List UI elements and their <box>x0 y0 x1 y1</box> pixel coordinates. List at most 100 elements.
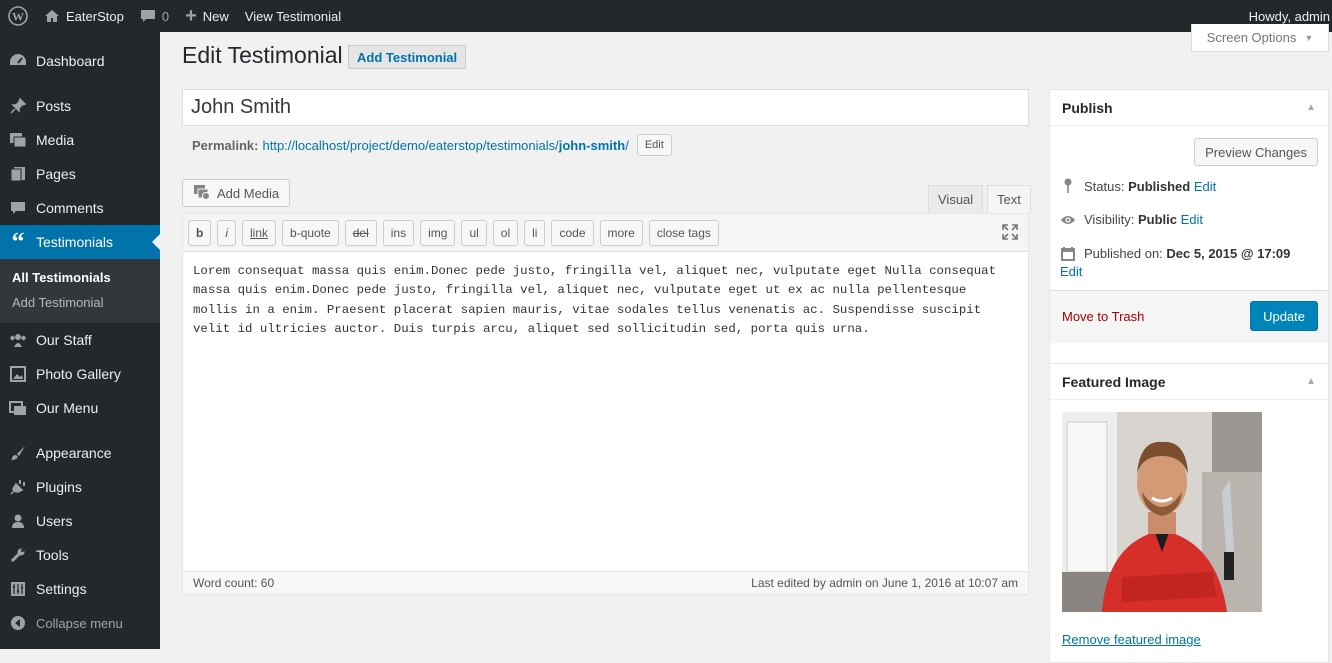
comments-link[interactable]: 0 <box>132 0 177 32</box>
sidebar-item-pages[interactable]: Pages <box>0 157 160 191</box>
sidebar-item-posts[interactable]: Posts <box>0 89 160 123</box>
new-content-link[interactable]: + New <box>177 0 237 32</box>
qt-li-button[interactable]: li <box>524 219 546 246</box>
editor-status-bar: Word count: 60 Last edited by admin on J… <box>182 571 1029 595</box>
permalink-link[interactable]: http://localhost/project/demo/eaterstop/… <box>262 138 628 153</box>
sidebar-item-settings[interactable]: Settings <box>0 572 160 606</box>
publish-actions: Move to Trash Update <box>1050 290 1328 343</box>
admin-sidebar: Dashboard Posts Media Pages Comments “ T… <box>0 32 160 649</box>
pin-icon <box>8 96 28 116</box>
submenu-add-testimonial[interactable]: Add Testimonial <box>0 290 160 315</box>
status-label: Status: <box>1084 178 1125 194</box>
qt-blockquote-button[interactable]: b-quote <box>282 219 339 246</box>
featured-image-title: Featured Image <box>1062 373 1166 390</box>
qt-code-button[interactable]: code <box>551 219 594 246</box>
sidebar-item-media[interactable]: Media <box>0 123 160 157</box>
sidebar-item-label: Settings <box>36 581 87 597</box>
update-button[interactable]: Update <box>1250 301 1318 331</box>
status-edit-link[interactable]: Edit <box>1194 179 1216 194</box>
sidebar-item-users[interactable]: Users <box>0 504 160 538</box>
sidebar-item-our-menu[interactable]: Our Menu <box>0 391 160 425</box>
wrench-icon <box>8 545 28 565</box>
new-label: New <box>202 8 229 24</box>
svg-text:W: W <box>12 10 24 24</box>
main-content: Screen Options ▼ Edit Testimonial Add Te… <box>160 24 1332 663</box>
sidebar-item-photo-gallery[interactable]: Photo Gallery <box>0 357 160 391</box>
featured-image-header[interactable]: Featured Image ▲ <box>1050 364 1328 400</box>
visibility-value: Public <box>1137 212 1177 227</box>
collapse-menu-button[interactable]: Collapse menu <box>0 606 160 640</box>
fullscreen-icon[interactable] <box>1001 223 1019 244</box>
screen-options-label: Screen Options <box>1206 30 1297 45</box>
eye-icon <box>1060 214 1076 226</box>
permalink-edit-button[interactable]: Edit <box>636 134 672 156</box>
permalink-end: / <box>625 137 629 153</box>
remove-featured-image-link[interactable]: Remove featured image <box>1062 632 1201 647</box>
collapse-arrow-icon[interactable]: ▲ <box>1306 376 1316 387</box>
submenu-all-testimonials[interactable]: All Testimonials <box>0 265 160 290</box>
sidebar-item-label: Photo Gallery <box>36 366 121 382</box>
groups-icon <box>8 330 28 350</box>
sidebar-item-appearance[interactable]: Appearance <box>0 436 160 470</box>
sidebar-item-testimonials[interactable]: “ Testimonials <box>0 225 160 259</box>
sidebar-item-dashboard[interactable]: Dashboard <box>0 44 160 78</box>
content-textarea[interactable]: Lorem consequat massa quis enim.Donec pe… <box>183 252 1028 350</box>
tab-text[interactable]: Text <box>987 185 1031 214</box>
post-title-input[interactable]: John Smith <box>182 89 1029 126</box>
media-icon <box>8 130 28 150</box>
qt-ins-button[interactable]: ins <box>382 219 415 246</box>
add-media-button[interactable]: Add Media <box>182 179 291 207</box>
sidebar-item-label: Users <box>36 513 73 529</box>
sidebar-item-label: Our Menu <box>36 400 99 416</box>
publish-box-header[interactable]: Publish ▲ <box>1050 90 1328 126</box>
sidebar-item-our-staff[interactable]: Our Staff <box>0 323 160 357</box>
qt-ol-button[interactable]: ol <box>492 219 519 246</box>
plugin-icon <box>8 477 28 497</box>
collapse-arrow-icon[interactable]: ▲ <box>1306 102 1316 113</box>
move-to-trash-link[interactable]: Move to Trash <box>1062 309 1144 324</box>
pages-icon <box>8 164 28 184</box>
add-media-label: Add Media <box>217 185 280 201</box>
qt-italic-button[interactable]: i <box>217 219 237 246</box>
sidebar-item-label: Tools <box>36 547 69 563</box>
sidebar-item-label: Posts <box>36 98 72 114</box>
sidebar-item-comments[interactable]: Comments <box>0 191 160 225</box>
caret-down-icon: ▼ <box>1304 32 1314 43</box>
last-edited: Last edited by admin on June 1, 2016 at … <box>751 576 1018 590</box>
gallery-icon <box>8 364 28 384</box>
dashboard-icon <box>8 51 28 71</box>
permalink-row: Permalink: http://localhost/project/demo… <box>192 134 672 156</box>
view-label: View Testimonial <box>244 8 342 24</box>
published-on-row: Published on: Dec 5, 2015 @ 17:09 <box>1060 246 1290 262</box>
sidebar-item-label: Comments <box>36 200 104 216</box>
site-name-link[interactable]: EaterStop <box>36 0 132 32</box>
permalink-slug: john-smith <box>558 137 626 153</box>
preview-changes-button[interactable]: Preview Changes <box>1194 138 1318 166</box>
visibility-edit-link[interactable]: Edit <box>1181 212 1203 227</box>
qt-del-button[interactable]: del <box>344 219 377 246</box>
wordpress-logo-icon[interactable]: W <box>0 0 36 32</box>
visibility-row: Visibility: Public Edit <box>1060 212 1203 227</box>
tab-visual[interactable]: Visual <box>928 185 984 214</box>
sidebar-item-label: Plugins <box>36 479 82 495</box>
qt-ul-button[interactable]: ul <box>461 219 487 246</box>
qt-more-button[interactable]: more <box>599 219 643 246</box>
quicktags-toolbar: b i link b-quote del ins img ul ol li co… <box>183 214 1028 252</box>
calendar-icon <box>1060 246 1076 262</box>
sidebar-item-tools[interactable]: Tools <box>0 538 160 572</box>
qt-img-button[interactable]: img <box>420 219 456 246</box>
qt-close-tags-button[interactable]: close tags <box>648 219 719 246</box>
sidebar-item-plugins[interactable]: Plugins <box>0 470 160 504</box>
add-testimonial-button[interactable]: Add Testimonial <box>348 45 467 69</box>
view-testimonial-link[interactable]: View Testimonial <box>237 0 349 32</box>
featured-image-thumbnail[interactable] <box>1062 412 1262 612</box>
menu-icon <box>8 398 28 418</box>
qt-bold-button[interactable]: b <box>188 219 212 246</box>
publish-title: Publish <box>1062 99 1113 116</box>
published-edit-link[interactable]: Edit <box>1060 264 1082 279</box>
published-value: Dec 5, 2015 @ 17:09 <box>1166 246 1291 261</box>
qt-link-button[interactable]: link <box>242 219 277 246</box>
screen-options-button[interactable]: Screen Options ▼ <box>1191 24 1329 52</box>
comment-bubble-icon <box>140 9 156 23</box>
add-media-icon <box>193 184 211 203</box>
